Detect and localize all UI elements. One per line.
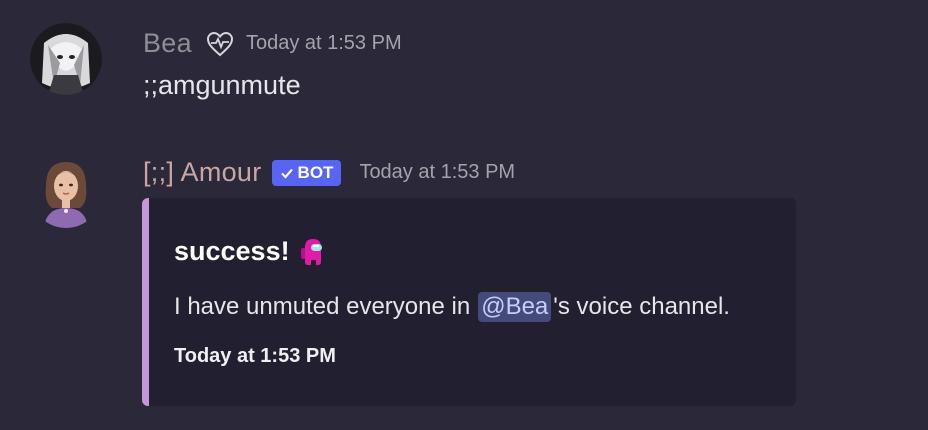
message-header: Bea Today at 1:53 PM: [143, 28, 402, 59]
heart-with-pulse-icon: [206, 31, 234, 57]
bot-badge: BOT: [271, 159, 342, 186]
embed: success! I have unmuted everyone in @Bea…: [142, 198, 796, 406]
avatar-amour[interactable]: [30, 156, 102, 228]
timestamp[interactable]: Today at 1:53 PM: [359, 161, 515, 184]
pink-crewmate-icon: [300, 237, 324, 267]
username[interactable]: [;;] Amour: [143, 157, 262, 188]
embed-accent-bar: [142, 198, 149, 406]
embed-footer-timestamp: Today at 1:53 PM: [174, 345, 336, 367]
embed-description-text: I have unmuted everyone in: [174, 293, 471, 320]
embed-description-text-end: 's voice channel.: [553, 293, 730, 320]
username[interactable]: Bea: [143, 28, 192, 59]
verified-check-icon: [280, 168, 293, 179]
embed-description: I have unmuted everyone in @Bea 's voice…: [174, 292, 730, 322]
embed-title: success!: [174, 236, 324, 267]
message-content: ;;amgunmute: [143, 70, 301, 100]
message-header: [;;] Amour BOT Today at 1:53 PM: [143, 157, 515, 188]
user-mention[interactable]: @Bea: [478, 292, 552, 322]
avatar-bea-image: [30, 23, 102, 95]
timestamp[interactable]: Today at 1:53 PM: [246, 32, 402, 55]
bot-badge-label: BOT: [297, 162, 334, 182]
avatar-bea[interactable]: [30, 23, 102, 95]
embed-title-text: success!: [174, 236, 290, 266]
avatar-amour-image: [30, 156, 102, 228]
